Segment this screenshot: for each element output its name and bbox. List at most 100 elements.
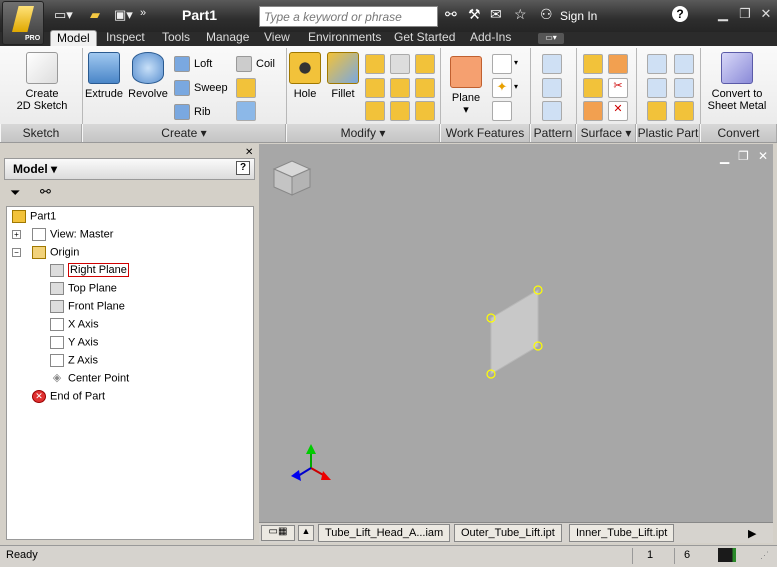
tab-get-started[interactable]: Get Started [388,30,461,46]
right-plane-work-plane[interactable] [480,282,550,382]
circular-pattern-icon[interactable] [542,78,562,98]
browser-header[interactable]: Model ▾ ? [4,158,255,180]
collapse-icon[interactable]: − [12,248,21,257]
tab-manage[interactable]: Manage [200,30,255,46]
rest-icon[interactable] [647,78,667,98]
tab-view[interactable]: View [258,30,296,46]
viewport-close-icon[interactable]: ✕ [758,149,768,163]
mirror-icon[interactable] [542,101,562,121]
emboss-icon[interactable] [236,78,256,98]
browser-help-icon[interactable]: ? [236,161,250,175]
tab-model[interactable]: Model [50,30,97,46]
split-icon[interactable] [415,54,435,74]
rectangular-pattern-icon[interactable] [542,54,562,74]
patch-icon[interactable] [583,101,603,121]
open-icon[interactable]: ▰ [90,7,100,23]
tree-node-end-of-part[interactable]: ✕ End of Part [32,390,105,403]
more-icon[interactable]: » [140,7,146,19]
tree-node-top-plane[interactable]: Top Plane [50,282,117,295]
search-input[interactable]: Type a keyword or phrase [259,6,438,27]
satellite-icon[interactable]: ✉ [490,6,502,23]
tile-windows-icon[interactable]: ▭▦ [261,525,295,541]
find-icon[interactable]: ⚯ [40,184,51,200]
binoculars-icon[interactable]: ⚯ [445,6,457,23]
axis-icon[interactable] [492,54,512,74]
viewcube-icon[interactable] [270,155,314,199]
convert-to-sheet-metal-button[interactable]: Convert to Sheet Metal [704,52,770,112]
minimize-button[interactable]: ▁ [712,6,734,24]
document-tab[interactable]: Outer_Tube_Lift.ipt [454,524,562,542]
tree-node-front-plane[interactable]: Front Plane [50,300,125,313]
tab-add-ins[interactable]: Add-Ins [464,30,517,46]
tab-list-icon[interactable]: ▲ [298,525,314,541]
viewport-minimize-icon[interactable]: ▁ [720,150,729,164]
browser-close-icon[interactable]: ✕ [245,147,253,158]
ribbon-display-toggle[interactable]: ▭▾ [538,33,564,44]
delete-face-icon[interactable] [415,101,435,121]
rib-button[interactable]: Rib [174,104,211,120]
chamfer-icon[interactable] [365,54,385,74]
revolve-button[interactable]: Revolve [126,52,170,100]
resize-grip-icon[interactable]: ⋰ [760,550,769,561]
tree-node-center-point[interactable]: ◈ Center Point [50,372,129,385]
tree-node-origin[interactable]: Origin [32,246,79,259]
sweep-button[interactable]: Sweep [174,80,228,96]
point-icon[interactable]: ✦ [492,78,512,98]
application-menu-button[interactable]: PRO [2,1,44,45]
user-icon[interactable]: ⚇ [540,6,553,23]
create-2d-sketch-button[interactable]: Create 2D Sketch [8,52,76,112]
new-icon[interactable]: ▭▾ [54,7,73,23]
tab-environments[interactable]: Environments [302,30,387,46]
tree-node-part1[interactable]: Part1 [12,210,56,223]
expand-icon[interactable]: + [12,230,21,239]
document-tab[interactable]: Tube_Lift_Head_A...iam [318,524,451,542]
delete-surface-icon[interactable]: ✕ [608,101,628,121]
point-dropdown-icon[interactable]: ▾ [514,82,518,91]
tree-node-x-axis[interactable]: X Axis [50,318,99,331]
lip-icon[interactable] [674,101,694,121]
filter-icon[interactable]: ⏷ [10,185,20,201]
save-icon[interactable]: ▣▾ [114,7,133,23]
coil-button[interactable]: Coil [236,56,275,72]
combine-icon[interactable] [415,78,435,98]
trim-icon[interactable]: ✂ [608,78,628,98]
ucs-icon[interactable] [492,101,512,121]
grill-icon[interactable] [647,54,667,74]
sign-in-link[interactable]: Sign In [560,9,597,23]
tools-icon[interactable]: ⚒ [468,6,481,23]
move-face-icon[interactable] [365,101,385,121]
tab-tools[interactable]: Tools [156,30,196,46]
snap-fit-icon[interactable] [674,78,694,98]
sculpt-icon[interactable] [583,78,603,98]
fillet-button[interactable]: Fillet [326,52,360,100]
close-button[interactable]: ✕ [755,6,777,24]
viewport-restore-icon[interactable]: ❐ [738,149,749,163]
rib-icon [174,104,190,120]
thicken-icon[interactable] [583,54,603,74]
panel-convert-title: Convert [700,124,777,142]
stitch-icon[interactable] [608,54,628,74]
shell-icon[interactable] [365,78,385,98]
plane-button[interactable]: Plane ▾ [446,56,486,116]
rule-fillet-icon[interactable] [647,101,667,121]
document-title: Part1 [182,7,218,23]
axis-dropdown-icon[interactable]: ▾ [514,58,518,67]
tab-inspect[interactable]: Inspect [100,30,151,46]
copy-object-icon[interactable] [390,101,410,121]
document-tab[interactable]: Inner_Tube_Lift.ipt [569,524,675,542]
loft-button[interactable]: Loft [174,56,212,72]
boss-icon[interactable] [674,54,694,74]
thread-icon[interactable] [390,54,410,74]
derive-icon[interactable] [236,101,256,121]
scroll-right-icon[interactable]: ▶ [748,527,756,540]
tree-node-view-master[interactable]: View: Master [32,228,113,241]
tree-node-z-axis[interactable]: Z Axis [50,354,98,367]
hole-button[interactable]: Hole [288,52,322,100]
tree-node-y-axis[interactable]: Y Axis [50,336,98,349]
star-icon[interactable]: ☆ [514,6,527,23]
tree-node-right-plane[interactable]: Right Plane [50,263,129,278]
extrude-button[interactable]: Extrude [84,52,124,100]
restore-button[interactable]: ❐ [734,6,756,24]
help-icon[interactable]: ? [672,6,688,22]
draft-icon[interactable] [390,78,410,98]
